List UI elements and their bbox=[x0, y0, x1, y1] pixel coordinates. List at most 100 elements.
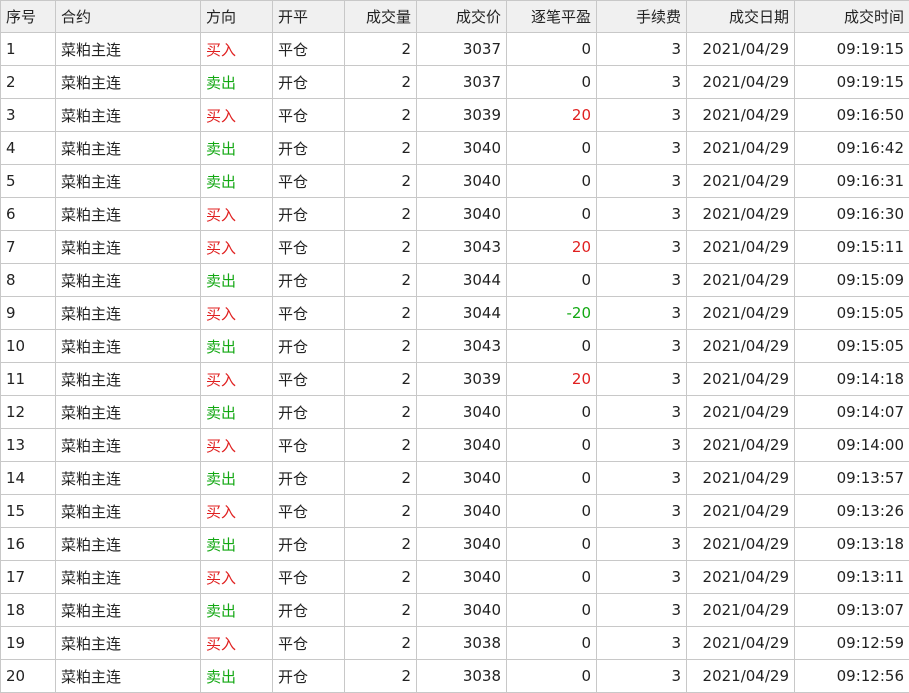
table-row[interactable]: 19 菜粕主连 买入 平仓 2 3038 0 3 2021/04/29 09:12:59 bbox=[0, 626, 909, 660]
row-number: 8 bbox=[0, 263, 56, 297]
row-number: 11 bbox=[0, 362, 56, 396]
fee-cell: 3 bbox=[596, 659, 687, 693]
pnl-cell: 0 bbox=[506, 329, 597, 363]
direction-cell: 买入 bbox=[200, 626, 273, 660]
row-number: 17 bbox=[0, 560, 56, 594]
offset-cell: 平仓 bbox=[272, 560, 345, 594]
fee-cell: 3 bbox=[596, 527, 687, 561]
date-cell: 2021/04/29 bbox=[686, 131, 795, 165]
col-header-no[interactable]: 序号 bbox=[0, 0, 56, 33]
offset-cell: 开仓 bbox=[272, 659, 345, 693]
date-cell: 2021/04/29 bbox=[686, 461, 795, 495]
pnl-cell: 0 bbox=[506, 461, 597, 495]
date-cell: 2021/04/29 bbox=[686, 659, 795, 693]
time-cell: 09:13:57 bbox=[794, 461, 909, 495]
pnl-cell: 0 bbox=[506, 428, 597, 462]
date-cell: 2021/04/29 bbox=[686, 329, 795, 363]
table-row[interactable]: 13 菜粕主连 买入 平仓 2 3040 0 3 2021/04/29 09:14:00 bbox=[0, 428, 909, 462]
table-row[interactable]: 5 菜粕主连 卖出 平仓 2 3040 0 3 2021/04/29 09:16:31 bbox=[0, 164, 909, 198]
contract-cell: 菜粕主连 bbox=[55, 659, 201, 693]
table-row[interactable]: 15 菜粕主连 买入 平仓 2 3040 0 3 2021/04/29 09:13:26 bbox=[0, 494, 909, 528]
table-row[interactable]: 7 菜粕主连 买入 平仓 2 3043 20 3 2021/04/29 09:15:11 bbox=[0, 230, 909, 264]
col-header-time[interactable]: 成交时间 bbox=[794, 0, 909, 33]
col-header-price[interactable]: 成交价 bbox=[416, 0, 507, 33]
table-row[interactable]: 11 菜粕主连 买入 平仓 2 3039 20 3 2021/04/29 09:14:18 bbox=[0, 362, 909, 396]
fee-cell: 3 bbox=[596, 560, 687, 594]
table-row[interactable]: 1 菜粕主连 买入 平仓 2 3037 0 3 2021/04/29 09:19:15 bbox=[0, 32, 909, 66]
col-header-fee[interactable]: 手续费 bbox=[596, 0, 687, 33]
table-row[interactable]: 20 菜粕主连 卖出 开仓 2 3038 0 3 2021/04/29 09:12:56 bbox=[0, 659, 909, 693]
table-row[interactable]: 3 菜粕主连 买入 平仓 2 3039 20 3 2021/04/29 09:16:50 bbox=[0, 98, 909, 132]
contract-cell: 菜粕主连 bbox=[55, 593, 201, 627]
offset-cell: 开仓 bbox=[272, 329, 345, 363]
fee-cell: 3 bbox=[596, 626, 687, 660]
date-cell: 2021/04/29 bbox=[686, 164, 795, 198]
date-cell: 2021/04/29 bbox=[686, 32, 795, 66]
pnl-cell: -20 bbox=[506, 296, 597, 330]
contract-cell: 菜粕主连 bbox=[55, 560, 201, 594]
pnl-cell: 20 bbox=[506, 230, 597, 264]
col-header-offset[interactable]: 开平 bbox=[272, 0, 345, 33]
volume-cell: 2 bbox=[344, 230, 417, 264]
row-number: 10 bbox=[0, 329, 56, 363]
volume-cell: 2 bbox=[344, 626, 417, 660]
table-row[interactable]: 4 菜粕主连 卖出 开仓 2 3040 0 3 2021/04/29 09:16:42 bbox=[0, 131, 909, 165]
price-cell: 3040 bbox=[416, 197, 507, 231]
time-cell: 09:13:18 bbox=[794, 527, 909, 561]
col-header-volume[interactable]: 成交量 bbox=[344, 0, 417, 33]
table-row[interactable]: 10 菜粕主连 卖出 开仓 2 3043 0 3 2021/04/29 09:15:05 bbox=[0, 329, 909, 363]
direction-cell: 买入 bbox=[200, 296, 273, 330]
pnl-cell: 0 bbox=[506, 659, 597, 693]
table-row[interactable]: 18 菜粕主连 卖出 开仓 2 3040 0 3 2021/04/29 09:13:07 bbox=[0, 593, 909, 627]
time-cell: 09:16:30 bbox=[794, 197, 909, 231]
pnl-cell: 0 bbox=[506, 65, 597, 99]
col-header-contract[interactable]: 合约 bbox=[55, 0, 201, 33]
contract-cell: 菜粕主连 bbox=[55, 362, 201, 396]
price-cell: 3040 bbox=[416, 428, 507, 462]
price-cell: 3043 bbox=[416, 230, 507, 264]
offset-cell: 平仓 bbox=[272, 428, 345, 462]
pnl-cell: 0 bbox=[506, 32, 597, 66]
table-header-row: 序号 合约 方向 开平 成交量 成交价 逐笔平盈 手续费 成交日期 成交时间 bbox=[0, 0, 909, 33]
volume-cell: 2 bbox=[344, 131, 417, 165]
price-cell: 3037 bbox=[416, 65, 507, 99]
contract-cell: 菜粕主连 bbox=[55, 32, 201, 66]
pnl-cell: 20 bbox=[506, 98, 597, 132]
pnl-cell: 0 bbox=[506, 395, 597, 429]
volume-cell: 2 bbox=[344, 494, 417, 528]
fee-cell: 3 bbox=[596, 263, 687, 297]
fee-cell: 3 bbox=[596, 395, 687, 429]
price-cell: 3040 bbox=[416, 527, 507, 561]
price-cell: 3040 bbox=[416, 461, 507, 495]
offset-cell: 平仓 bbox=[272, 626, 345, 660]
row-number: 19 bbox=[0, 626, 56, 660]
table-row[interactable]: 6 菜粕主连 买入 开仓 2 3040 0 3 2021/04/29 09:16:30 bbox=[0, 197, 909, 231]
volume-cell: 2 bbox=[344, 329, 417, 363]
col-header-pnl[interactable]: 逐笔平盈 bbox=[506, 0, 597, 33]
table-row[interactable]: 16 菜粕主连 卖出 开仓 2 3040 0 3 2021/04/29 09:13:18 bbox=[0, 527, 909, 561]
table-row[interactable]: 17 菜粕主连 买入 平仓 2 3040 0 3 2021/04/29 09:13:11 bbox=[0, 560, 909, 594]
col-header-date[interactable]: 成交日期 bbox=[686, 0, 795, 33]
contract-cell: 菜粕主连 bbox=[55, 494, 201, 528]
col-header-direction[interactable]: 方向 bbox=[200, 0, 273, 33]
fee-cell: 3 bbox=[596, 131, 687, 165]
row-number: 14 bbox=[0, 461, 56, 495]
table-row[interactable]: 2 菜粕主连 卖出 开仓 2 3037 0 3 2021/04/29 09:19:15 bbox=[0, 65, 909, 99]
table-row[interactable]: 8 菜粕主连 卖出 开仓 2 3044 0 3 2021/04/29 09:15:09 bbox=[0, 263, 909, 297]
offset-cell: 开仓 bbox=[272, 197, 345, 231]
price-cell: 3040 bbox=[416, 560, 507, 594]
table-row[interactable]: 14 菜粕主连 卖出 开仓 2 3040 0 3 2021/04/29 09:13:57 bbox=[0, 461, 909, 495]
time-cell: 09:16:50 bbox=[794, 98, 909, 132]
row-number: 6 bbox=[0, 197, 56, 231]
table-row[interactable]: 9 菜粕主连 买入 平仓 2 3044 -20 3 2021/04/29 09:15:05 bbox=[0, 296, 909, 330]
date-cell: 2021/04/29 bbox=[686, 626, 795, 660]
table-row[interactable]: 12 菜粕主连 卖出 开仓 2 3040 0 3 2021/04/29 09:14:07 bbox=[0, 395, 909, 429]
row-number: 13 bbox=[0, 428, 56, 462]
row-number: 7 bbox=[0, 230, 56, 264]
direction-cell: 卖出 bbox=[200, 164, 273, 198]
contract-cell: 菜粕主连 bbox=[55, 527, 201, 561]
volume-cell: 2 bbox=[344, 560, 417, 594]
contract-cell: 菜粕主连 bbox=[55, 164, 201, 198]
direction-cell: 买入 bbox=[200, 197, 273, 231]
direction-cell: 买入 bbox=[200, 560, 273, 594]
